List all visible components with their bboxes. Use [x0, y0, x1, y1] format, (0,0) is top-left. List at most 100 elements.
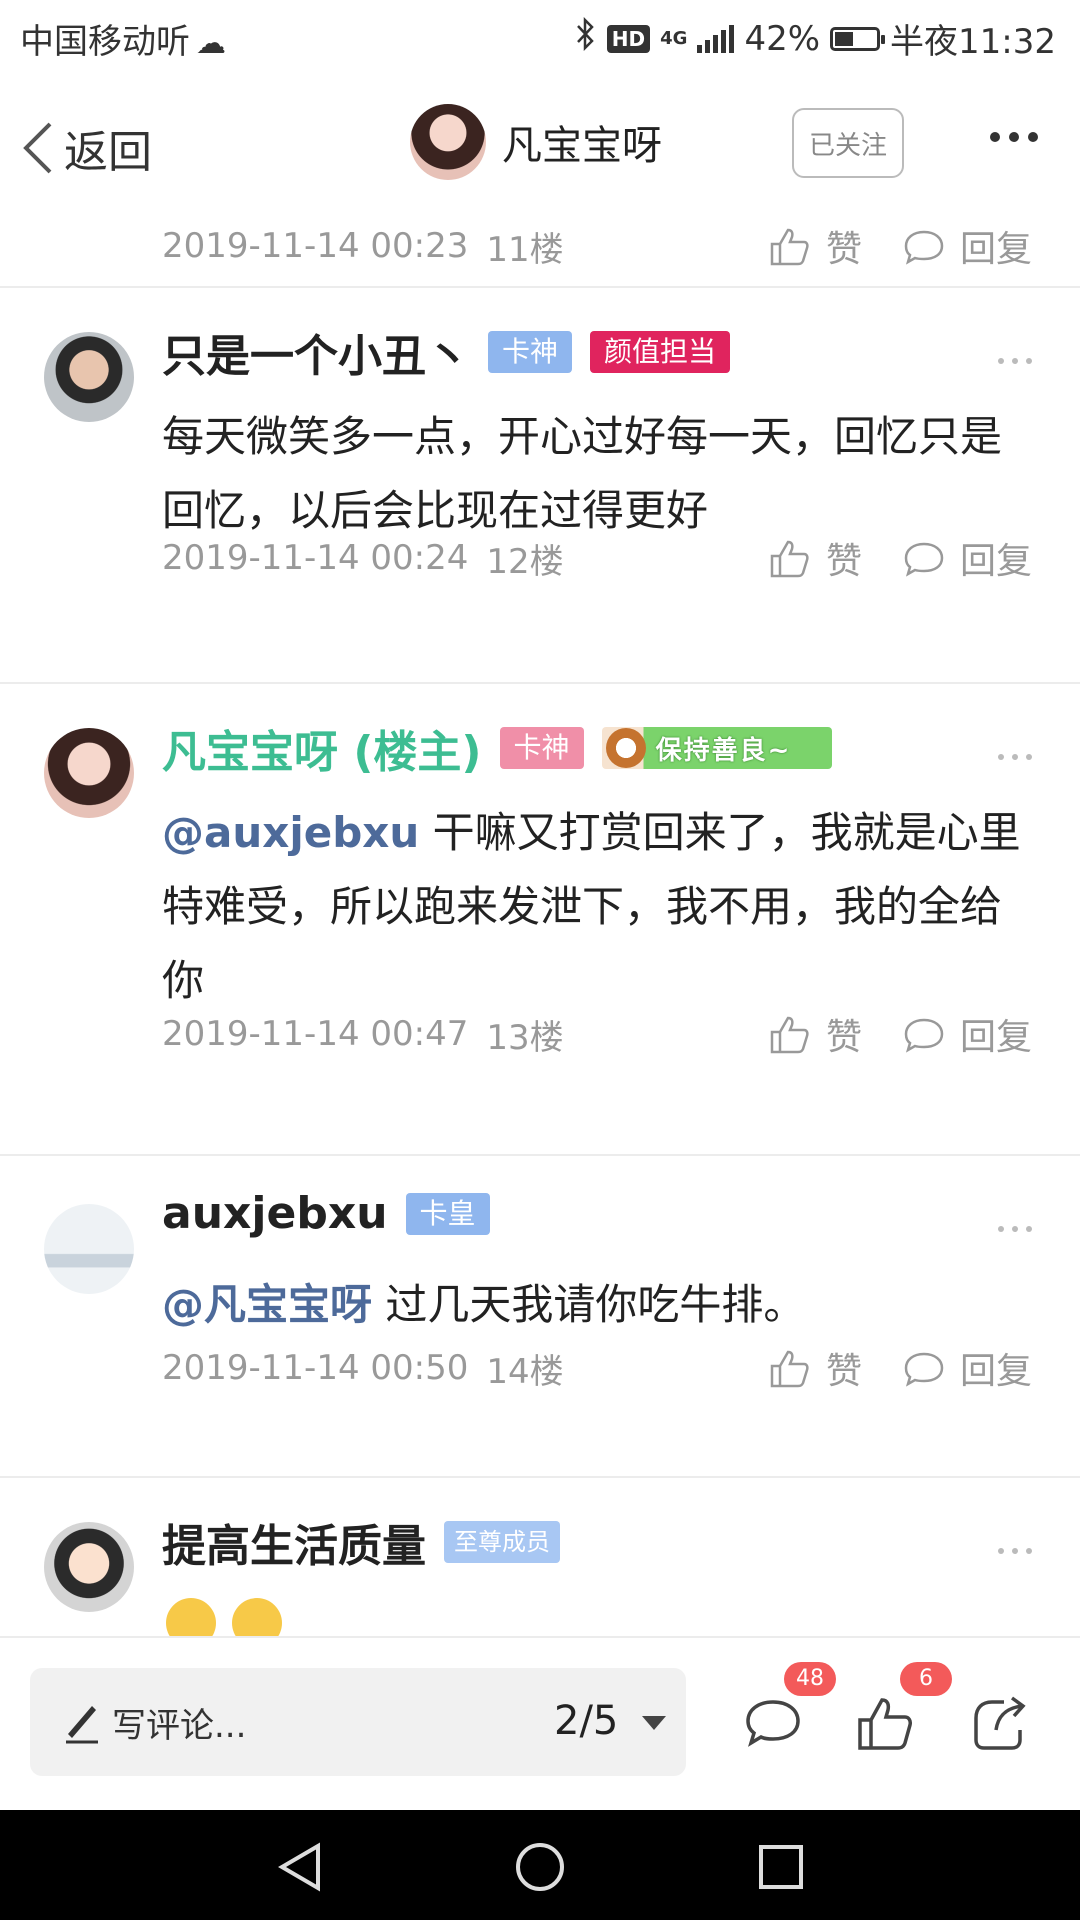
- username[interactable]: 提高生活质量: [162, 1510, 426, 1574]
- comment-count-badge: 48: [784, 1662, 836, 1696]
- back-label: 返回: [64, 127, 152, 178]
- comment-bubble-icon: [904, 1018, 944, 1053]
- carrier-label: 中国移动听: [20, 22, 190, 62]
- like-post-button[interactable]: 6: [852, 1638, 952, 1812]
- comment-bubble-icon: [904, 230, 944, 265]
- comment-more-icon[interactable]: [998, 1226, 1032, 1232]
- username[interactable]: 只是一个小丑丶: [162, 320, 470, 384]
- list-item: 只是一个小丑丶 卡神 颜值担当 每天微笑多一点，开心过好每一天，回忆只是回忆，以…: [0, 288, 1080, 684]
- thread-author[interactable]: 凡宝宝呀: [410, 104, 662, 180]
- comment-time: 2019-11-14 00:23: [162, 226, 469, 266]
- member-badge: 至尊成员: [444, 1521, 560, 1563]
- comment-bubble-icon: [904, 1352, 944, 1387]
- comment-time: 2019-11-14 00:47: [162, 1014, 469, 1054]
- clock: 半夜11:32: [890, 22, 1056, 62]
- battery-icon: [830, 26, 886, 51]
- more-options-icon[interactable]: [990, 132, 1038, 142]
- reply-label: 回复: [959, 1351, 1032, 1392]
- reply-button[interactable]: 回复: [902, 532, 1032, 584]
- reply-button[interactable]: 回复: [902, 1008, 1032, 1060]
- comment-text: @auxjebxu 干嘛又打赏回来了，我就是心里特难受，所以跑来发泄下，我不用，…: [162, 796, 1036, 1018]
- comment-time: 2019-11-14 00:24: [162, 538, 469, 578]
- page-indicator[interactable]: 2/5: [554, 1698, 618, 1744]
- network-type: 4G: [660, 27, 688, 49]
- comment-meta: 2019-11-14 00:24 12楼 赞 回复: [162, 532, 1032, 584]
- caret-down-icon[interactable]: [642, 1716, 666, 1730]
- avatar[interactable]: [410, 104, 486, 180]
- follow-button[interactable]: 已关注: [792, 108, 904, 178]
- avatar[interactable]: [44, 1522, 134, 1612]
- title-badge: 颜值担当: [590, 331, 731, 373]
- comment-meta: 2019-11-14 00:23 11楼 赞 回复: [162, 220, 1032, 272]
- avatar[interactable]: [44, 332, 134, 422]
- emoji-icon: [166, 1598, 216, 1636]
- comment-more-icon[interactable]: [998, 754, 1032, 760]
- share-button[interactable]: [964, 1638, 1054, 1812]
- thumb-up-icon: [770, 540, 809, 578]
- floor-number: 11楼: [486, 229, 564, 270]
- bluetooth-icon: [575, 16, 597, 60]
- level-badge: 卡神: [499, 727, 584, 769]
- comment-bubble-icon: [746, 1700, 800, 1747]
- top-nav-bar: 返回 凡宝宝呀 已关注: [0, 72, 1080, 220]
- comment-text: 每天微笑多一点，开心过好每一天，回忆只是回忆，以后会比现在过得更好: [162, 412, 1003, 535]
- reply-button[interactable]: 回复: [902, 220, 1032, 272]
- like-count-badge: 6: [900, 1662, 952, 1696]
- like-button[interactable]: 赞: [768, 220, 862, 272]
- mention-link[interactable]: @凡宝宝呀: [162, 1280, 372, 1329]
- share-icon: [974, 1696, 1026, 1750]
- page-title: 凡宝宝呀: [502, 123, 662, 169]
- comment-time: 2019-11-14 00:50: [162, 1348, 469, 1388]
- pic-badge: 保持善良~: [601, 727, 832, 769]
- like-button[interactable]: 赞: [768, 1008, 862, 1060]
- comment-more-icon[interactable]: [998, 1548, 1032, 1554]
- level-badge: 卡神: [488, 331, 573, 373]
- comment-header: 提高生活质量 至尊成员: [162, 1510, 560, 1574]
- comment-placeholder: 写评论...: [112, 1706, 247, 1746]
- comment-text: @凡宝宝呀 过几天我请你吃牛排。: [162, 1268, 1036, 1342]
- reply-label: 回复: [959, 1017, 1032, 1058]
- avatar[interactable]: [44, 1204, 134, 1294]
- emoji-row: [166, 1598, 282, 1636]
- list-item: 凡宝宝呀 (楼主) 卡神 保持善良~ @auxjebxu 干嘛又打赏回来了，我就…: [0, 684, 1080, 1156]
- recents-square-icon[interactable]: [754, 1840, 808, 1894]
- comment-header: auxjebxu 卡皇: [162, 1188, 490, 1239]
- list-item: auxjebxu 卡皇 @凡宝宝呀 过几天我请你吃牛排。 2019-11-14 …: [0, 1156, 1080, 1478]
- username[interactable]: auxjebxu: [162, 1188, 388, 1239]
- emoji-icon: [232, 1598, 282, 1636]
- mention-link[interactable]: @auxjebxu: [162, 808, 419, 857]
- hd-badge: HD: [606, 24, 651, 53]
- system-nav-bar: [0, 1810, 1080, 1920]
- comment-input[interactable]: 写评论... 2/5: [30, 1668, 686, 1776]
- comment-header: 只是一个小丑丶 卡神 颜值担当: [162, 320, 731, 384]
- comment-list[interactable]: 2019-11-14 00:23 11楼 赞 回复 只是一个小丑丶 卡神 颜值担…: [0, 220, 1080, 1636]
- mushroom-icon: [605, 728, 646, 768]
- status-bar: 中国移动听 ☁ HD 4G 42% 半夜11:32: [0, 0, 1080, 72]
- avatar[interactable]: [44, 728, 134, 818]
- cloud-icon: ☁: [196, 26, 226, 61]
- bottom-action-bar: 写评论... 2/5 48 6: [0, 1636, 1080, 1810]
- back-button[interactable]: 返回: [20, 116, 152, 180]
- reply-label: 回复: [959, 541, 1032, 582]
- comments-button[interactable]: 48: [740, 1638, 836, 1812]
- floor-number: 12楼: [486, 541, 564, 582]
- like-button[interactable]: 赞: [768, 532, 862, 584]
- like-button[interactable]: 赞: [768, 1342, 862, 1394]
- thumb-up-icon: [770, 228, 809, 266]
- comment-meta: 2019-11-14 00:47 13楼 赞 回复: [162, 1008, 1032, 1060]
- home-circle-icon[interactable]: [513, 1840, 567, 1894]
- comment-meta: 2019-11-14 00:50 14楼 赞 回复: [162, 1342, 1032, 1394]
- thumb-up-icon: [770, 1350, 809, 1388]
- username[interactable]: 凡宝宝呀 (楼主): [162, 716, 482, 780]
- thumb-up-icon: [770, 1016, 809, 1054]
- like-label: 赞: [825, 541, 862, 582]
- reply-label: 回复: [959, 229, 1032, 270]
- chevron-left-icon: [23, 122, 52, 174]
- thumb-up-icon: [858, 1698, 912, 1750]
- back-triangle-icon[interactable]: [274, 1840, 328, 1894]
- battery-percent: 42%: [744, 18, 821, 59]
- reply-button[interactable]: 回复: [902, 1342, 1032, 1394]
- level-badge: 卡皇: [405, 1192, 490, 1235]
- comment-more-icon[interactable]: [998, 358, 1032, 364]
- list-item: 提高生活质量 至尊成员: [0, 1478, 1080, 1636]
